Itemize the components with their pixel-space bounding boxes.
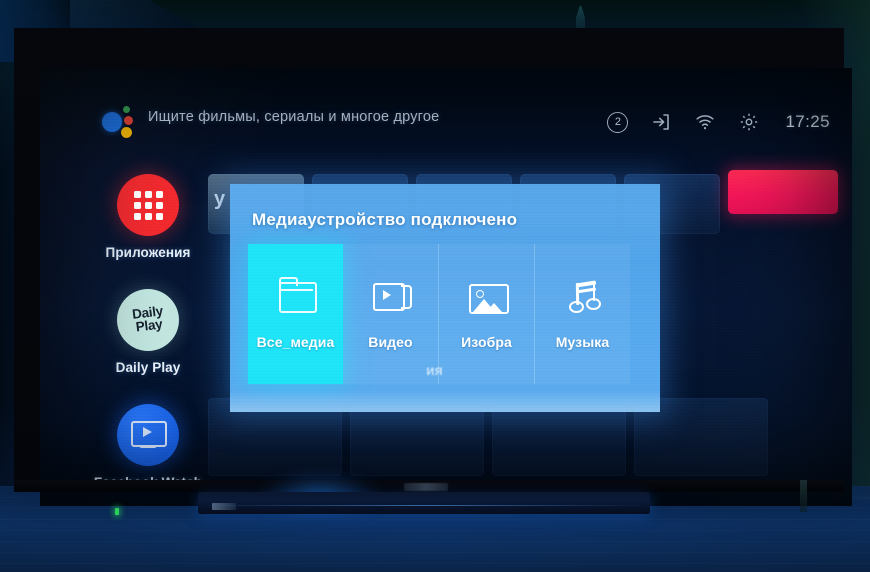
tv-brand-logo	[404, 483, 448, 491]
background-card-fragment: y	[214, 188, 226, 210]
dialog-bottom-fade	[230, 390, 660, 412]
assistant-dot-blue	[102, 112, 122, 132]
image-icon	[467, 280, 509, 314]
tv-stand-brand	[212, 503, 236, 510]
furniture-leg	[800, 480, 807, 512]
tile-label: Все_медиа	[256, 334, 335, 350]
daily-play-logo-line2: Play	[134, 316, 163, 335]
tv-stand	[198, 492, 650, 514]
media-device-dialog: Медиаустройство подключено Все_медиа Вид…	[230, 184, 660, 412]
music-icon	[563, 280, 603, 314]
wifi-icon[interactable]	[695, 112, 715, 132]
notification-count: 2	[607, 112, 629, 133]
search-input[interactable]: Ищите фильмы, сериалы и многое другое	[148, 109, 439, 125]
tv-screen: y Ищите фильмы, сериалы и многое другое …	[40, 68, 852, 506]
dialog-title: Медиаустройство подключено	[252, 210, 518, 229]
tile-all-media[interactable]: Все_медиа	[248, 244, 343, 384]
ghost-text-artifact: ия	[426, 362, 443, 378]
tv-stand-highlight	[198, 505, 650, 506]
notifications-button[interactable]: 2	[607, 112, 629, 133]
television: y Ищите фильмы, сериалы и многое другое …	[14, 28, 852, 506]
assistant-dot-green	[123, 106, 130, 113]
tile-label: Музыка	[555, 334, 610, 350]
sidebar-item-apps[interactable]: Приложения	[88, 174, 208, 289]
tile-label: Изобра	[461, 334, 512, 350]
photo-scene: y Ищите фильмы, сериалы и многое другое …	[0, 0, 870, 572]
sidebar-item-label: Приложения	[105, 245, 191, 260]
android-tv-home: y Ищите фильмы, сериалы и многое другое …	[40, 68, 852, 506]
power-led-indicator	[115, 508, 119, 515]
google-assistant-icon[interactable]	[102, 106, 136, 138]
clock: 17:25	[785, 112, 830, 131]
sidebar-item-label: Daily Play	[115, 360, 181, 375]
input-source-icon[interactable]	[651, 112, 671, 132]
top-bar: Ищите фильмы, сериалы и многое другое 2	[40, 100, 852, 144]
video-icon	[371, 280, 412, 314]
assistant-dot-red	[124, 116, 133, 125]
daily-play-logo: Daily Play	[117, 289, 179, 351]
folder-icon	[276, 277, 317, 314]
tile-images[interactable]: Изобра	[439, 244, 535, 384]
tile-label: Видео	[368, 334, 413, 350]
tile-video[interactable]: Видео	[343, 244, 439, 384]
facebook-watch-icon	[117, 404, 179, 466]
assistant-dot-yellow	[121, 127, 132, 138]
sidebar-item-daily-play[interactable]: Daily Play Daily Play	[88, 289, 208, 404]
gear-icon[interactable]	[739, 112, 759, 132]
media-type-tiles: Все_медиа Видео Изобра Музыка	[248, 244, 642, 384]
apps-grid-icon	[117, 174, 179, 236]
status-icons: 2 17:25	[607, 106, 830, 138]
app-rail: Приложения Daily Play Daily Play	[88, 174, 208, 506]
background-card-highlighted[interactable]	[728, 170, 838, 214]
tile-music[interactable]: Музыка	[535, 244, 630, 384]
